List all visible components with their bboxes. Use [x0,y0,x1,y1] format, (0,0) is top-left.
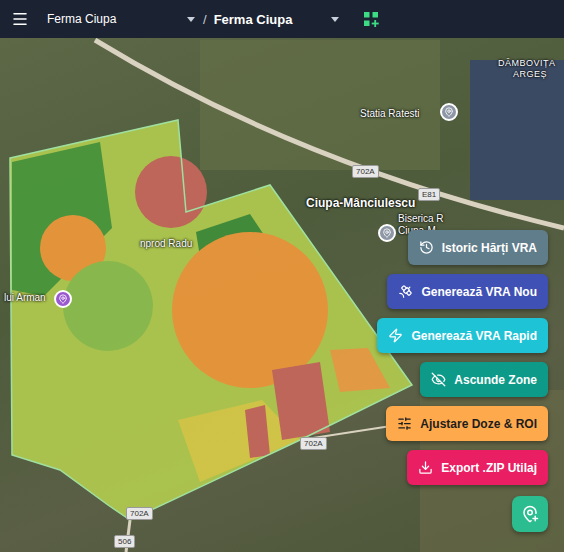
road-shield: 702A [300,437,327,450]
vra-zone[interactable] [245,405,270,458]
road-shield: E81 [418,188,440,201]
field-boundary [10,120,412,520]
action-label: Istoric Hărți VRA [442,241,537,255]
dropdown-caret-icon [187,17,195,22]
add-field-button[interactable] [363,11,379,27]
action-icon [388,328,403,343]
top-bar: Ferma Ciupa / Ferma Ciupa [0,0,564,38]
action-button[interactable]: Export .ZIP Utilaj [407,450,548,485]
map-label: Statia Ratesti [360,108,419,119]
map-pin[interactable] [54,290,72,308]
farm-select-value: Ferma Ciupa [47,12,116,26]
action-label: Ascunde Zone [454,373,537,387]
action-icon [398,284,413,299]
action-button[interactable]: Ascunde Zone [420,362,548,397]
vra-zone[interactable] [63,261,153,351]
add-grid-icon [363,11,379,27]
map-label: Biserica R [398,213,444,224]
action-button[interactable]: Generează VRA Nou [387,274,548,309]
solar-park [470,60,564,200]
action-icon [431,372,446,387]
map-pin[interactable] [378,224,396,242]
breadcrumb-separator: / [203,12,207,27]
dropdown-caret-icon [331,17,339,22]
map-label: lui Arman [4,292,46,303]
action-stack: Istoric Hărți VRA Generează VRA Nou Genere… [377,230,548,532]
map-label: DÂMBOVIȚA [498,58,556,68]
map[interactable]: DÂMBOVIȚAARGEȘ Statia Ratesti E81 702A Ciupa… [0,38,564,552]
action-label: Export .ZIP Utilaj [441,461,537,475]
action-label: Generează VRA Rapid [411,329,537,343]
action-button[interactable]: Istoric Hărți VRA [408,230,548,265]
road-shield: 702A [126,507,153,520]
add-pin-button[interactable] [512,496,548,532]
map-label: nprod Radu [140,238,192,249]
field-select-value: Ferma Ciupa [214,12,293,27]
app-screen: Ferma Ciupa / Ferma Ciupa DÂMBOVIȚAARGEȘ Sta… [0,0,564,552]
vra-zone[interactable] [272,362,330,440]
map-label: Ciupa-Mânciulescu [306,196,415,210]
vra-zone[interactable] [135,156,207,228]
action-label: Generează VRA Nou [421,285,537,299]
map-pin[interactable] [440,103,458,121]
location-icon [444,107,454,117]
location-icon [382,228,392,238]
action-icon [419,240,434,255]
menu-icon [11,10,29,28]
location-icon [58,294,68,304]
field-select[interactable]: Ferma Ciupa [214,12,339,27]
action-icon [418,460,433,475]
action-icon [397,416,412,431]
action-button[interactable]: Ajustare Doze & ROI [386,406,548,441]
farm-select[interactable]: Ferma Ciupa [47,12,195,26]
vra-zone[interactable] [10,120,412,520]
vra-zones [10,120,412,520]
road-shield: 702A [352,165,379,178]
map-label: ARGEȘ [513,69,547,79]
vra-zone[interactable] [330,348,390,392]
action-label: Ajustare Doze & ROI [420,417,537,431]
road-shield: 506 [114,535,135,548]
menu-button[interactable] [11,10,29,28]
map-pin-plus-icon [521,505,539,523]
action-button[interactable]: Generează VRA Rapid [377,318,548,353]
